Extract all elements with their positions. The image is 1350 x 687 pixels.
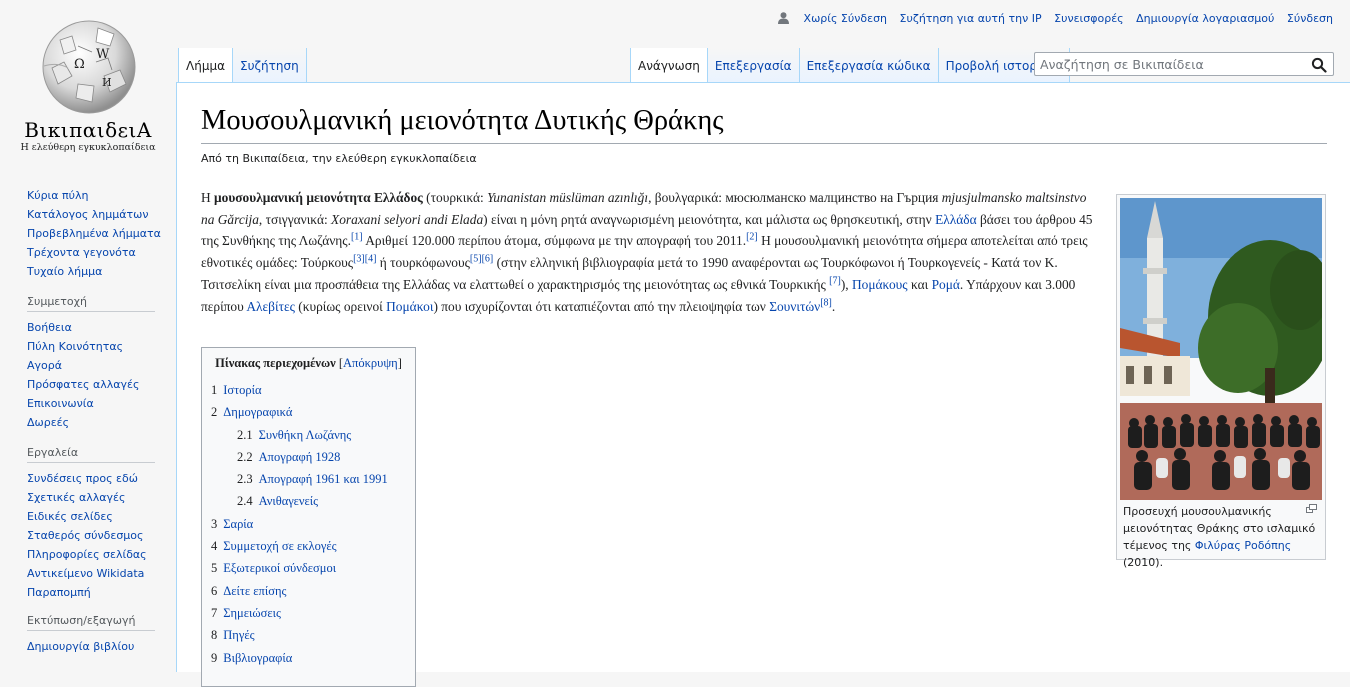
personal-tools: Χωρίς Σύνδεση Συζήτηση για αυτή την IP Σ… <box>778 12 1333 25</box>
table-of-contents: Πίνακας περιεχομένων [Απόκρυψη] 1 Ιστορία… <box>201 347 416 687</box>
sidebar-heading-print: Εκτύπωση/εξαγωγή <box>27 614 155 631</box>
sidebar-print: Εκτύπωση/εξαγωγή Δημιουργία βιβλίου <box>27 614 176 656</box>
namespace-tabs: Λήμμα Συζήτηση <box>178 48 307 82</box>
content-area: Μουσουλμανική μειονότητα Δυτικής Θράκης … <box>176 82 1350 687</box>
ref-8[interactable]: [8] <box>820 297 832 308</box>
sidebar: Κύρια πύλη Κατάλογος λημμάτων Προβεβλημέ… <box>0 182 176 656</box>
ip-talk-link[interactable]: Συζήτηση για αυτή την IP <box>900 12 1042 25</box>
thumbnail-caption: Προσευχή μουσουλμανικής μειονότητας Θράκ… <box>1123 505 1316 569</box>
contributions-link[interactable]: Συνεισφορές <box>1054 12 1123 25</box>
sidebar-item-donate[interactable]: Δωρεές <box>27 413 176 432</box>
toc-item[interactable]: 5 Εξωτερικοί σύνδεσμοι <box>211 557 406 579</box>
ref-6[interactable]: [6] <box>482 254 494 265</box>
sidebar-item-what-links-here[interactable]: Συνδέσεις προς εδώ <box>27 469 176 488</box>
ref-7[interactable]: [7] <box>829 275 841 286</box>
search-box <box>1034 52 1334 76</box>
sidebar-item-random[interactable]: Τυχαίο λήμμα <box>27 262 176 281</box>
site-subtitle: Από τη Βικιπαίδεια, την ελεύθερη εγκυκλο… <box>201 152 477 165</box>
ref-1[interactable]: [1] <box>351 232 363 243</box>
sidebar-item-main-page[interactable]: Κύρια πύλη <box>27 186 176 205</box>
intro-paragraph: Η μουσουλμανική μειονότητα Ελλάδος (τουρ… <box>201 190 1093 314</box>
link-alevis[interactable]: Αλεβίτες <box>246 299 295 314</box>
tab-article[interactable]: Λήμμα <box>178 48 233 82</box>
sidebar-item-related-changes[interactable]: Σχετικές αλλαγές <box>27 488 176 507</box>
ref-2[interactable]: [2] <box>746 232 758 243</box>
link-pomaks-2[interactable]: Πομάκοι <box>386 299 433 314</box>
sidebar-item-help[interactable]: Βοήθεια <box>27 318 176 337</box>
sidebar-item-current-events[interactable]: Τρέχοντα γεγονότα <box>27 243 176 262</box>
link-greece[interactable]: Ελλάδα <box>935 212 977 227</box>
infobox-thumbnail: Προσευχή μουσουλμανικής μειονότητας Θράκ… <box>1116 194 1326 569</box>
user-icon <box>778 12 790 24</box>
link-pomaks[interactable]: Πομάκους <box>852 277 908 292</box>
search-icon[interactable] <box>1311 57 1327 73</box>
login-link[interactable]: Σύνδεση <box>1287 12 1333 25</box>
page-title: Μουσουλμανική μειονότητα Δυτικής Θράκης <box>201 102 1327 145</box>
wikipedia-logo[interactable]: Ω W И ΒικιπαιδειΑ Η ελεύθερη εγκυκλοπαίδ… <box>0 0 176 160</box>
link-sunnis[interactable]: Σουνιτών <box>769 299 820 314</box>
not-logged-in-label: Χωρίς Σύνδεση <box>803 12 888 25</box>
logo-tagline: Η ελεύθερη εγκυκλοπαίδεια <box>20 142 156 153</box>
sidebar-item-special-pages[interactable]: Ειδικές σελίδες <box>27 507 176 526</box>
logo-wordmark: ΒικιπαιδειΑ <box>24 118 152 142</box>
tab-read[interactable]: Ανάγνωση <box>630 48 708 82</box>
link-roma[interactable]: Ρομά <box>932 277 960 292</box>
toc-item[interactable]: 6 Δείτε επίσης <box>211 580 406 602</box>
sidebar-item-wikidata[interactable]: Αντικείμενο Wikidata <box>27 564 176 583</box>
globe-glyph-w: W <box>96 47 110 62</box>
globe-glyph-omega: Ω <box>74 57 85 72</box>
sidebar-item-permanent-link[interactable]: Σταθερός σύνδεσμος <box>27 526 176 545</box>
toc-item[interactable]: 4 Συμμετοχή σε εκλογές <box>211 535 406 557</box>
tab-talk[interactable]: Συζήτηση <box>233 48 307 82</box>
search-input[interactable] <box>1035 53 1305 75</box>
toc-item[interactable]: 9 Βιβλιογραφία <box>211 647 406 669</box>
wikipedia-globe-icon: Ω W И <box>42 20 136 114</box>
toc-subitem[interactable]: 2.1 Συνθήκη Λωζάνης <box>211 424 406 446</box>
link-filyra-rodopi[interactable]: Φιλύρας Ροδόπης <box>1195 539 1291 552</box>
toc-subitem[interactable]: 2.4 Ανιθαγενείς <box>211 490 406 512</box>
globe-glyph-i: И <box>102 76 112 89</box>
ref-3[interactable]: [3] <box>353 254 365 265</box>
tab-edit[interactable]: Επεξεργασία <box>707 48 800 82</box>
sidebar-participation: Συμμετοχή Βοήθεια Πύλη Κοινότητας Αγορά … <box>27 295 176 432</box>
mosque-prayer-photo[interactable] <box>1120 198 1322 500</box>
toc-item[interactable]: 1 Ιστορία <box>211 379 406 401</box>
toc-subitem[interactable]: 2.2 Απογραφή 1928 <box>211 446 406 468</box>
view-tabs: Ανάγνωση Επεξεργασία Επεξεργασία κώδικα … <box>630 48 1071 82</box>
sidebar-item-contact[interactable]: Επικοινωνία <box>27 394 176 413</box>
toc-title: Πίνακας περιεχομένων [Απόκρυψη] <box>215 356 402 370</box>
sidebar-item-cite[interactable]: Παραπομπή <box>27 583 176 602</box>
sidebar-item-page-info[interactable]: Πληροφορίες σελίδας <box>27 545 176 564</box>
ref-4[interactable]: [4] <box>365 254 377 265</box>
sidebar-navigation: Κύρια πύλη Κατάλογος λημμάτων Προβεβλημέ… <box>27 186 176 281</box>
sidebar-heading-tools: Εργαλεία <box>27 446 155 463</box>
sidebar-tools: Εργαλεία Συνδέσεις προς εδώ Σχετικές αλλ… <box>27 446 176 602</box>
sidebar-item-community[interactable]: Πύλη Κοινότητας <box>27 337 176 356</box>
sidebar-item-create-book[interactable]: Δημιουργία βιβλίου <box>27 637 176 656</box>
toc-item[interactable]: 8 Πηγές <box>211 624 406 646</box>
ref-5[interactable]: [5] <box>470 254 482 265</box>
sidebar-item-village-pump[interactable]: Αγορά <box>27 356 176 375</box>
sidebar-item-article-list[interactable]: Κατάλογος λημμάτων <box>27 205 176 224</box>
sidebar-item-featured[interactable]: Προβεβλημένα λήμματα <box>27 224 176 243</box>
toc-item[interactable]: 2 Δημογραφικά <box>211 401 406 423</box>
toc-subitem[interactable]: 2.3 Απογραφή 1961 και 1991 <box>211 468 406 490</box>
sidebar-heading-participation: Συμμετοχή <box>27 295 155 312</box>
tab-edit-source[interactable]: Επεξεργασία κώδικα <box>799 48 939 82</box>
toc-hide-link[interactable]: Απόκρυψη <box>343 356 398 370</box>
toc-item[interactable]: 7 Σημειώσεις <box>211 602 406 624</box>
toc-item[interactable]: 3 Σαρία <box>211 513 406 535</box>
sidebar-item-recent-changes[interactable]: Πρόσφατες αλλαγές <box>27 375 176 394</box>
create-account-link[interactable]: Δημιουργία λογαριασμού <box>1136 12 1274 25</box>
article-subject-bold: μουσουλμανική μειονότητα Ελλάδος <box>214 190 423 205</box>
